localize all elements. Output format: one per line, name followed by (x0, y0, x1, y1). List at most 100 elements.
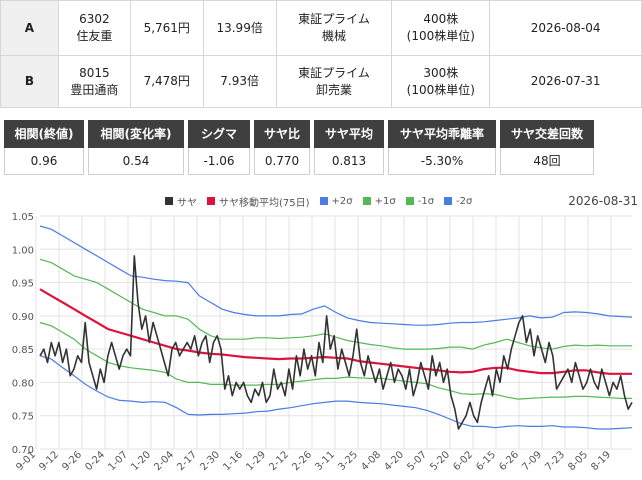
pair-table: A 6302 住友重 5,761円 13.99倍 東証プライム 機械 400株 … (0, 0, 642, 108)
x-tick-label: 5-20 (428, 449, 452, 473)
x-tick-label: 2-30 (198, 449, 222, 473)
stat-label: サヤ平均 (314, 120, 384, 148)
legend-swatch-icon (319, 197, 328, 205)
stat-correlation-close: 相関(終値) 0.96 (4, 120, 84, 175)
sector-name: 卸売業 (315, 82, 352, 97)
x-tick-label: 7-23 (543, 449, 567, 473)
stat-saya-average: サヤ平均 0.813 (314, 120, 384, 175)
chart-legend[interactable]: サヤ サヤ移動平均(75日) +2σ +1σ -1σ -2σ (165, 192, 472, 210)
market-name: 東証プライム (298, 65, 370, 80)
stock-per: 7.93倍 (202, 55, 277, 108)
stat-label: 相関(変化率) (88, 120, 184, 148)
legend-item[interactable]: サヤ移動平均(75日) (207, 194, 310, 209)
stock-shares: 300株 (100株単位) (391, 55, 491, 108)
x-tick-label: 2-17 (175, 449, 199, 473)
x-tick-label: 7-09 (520, 449, 544, 473)
x-tick-label: 2-04 (152, 449, 176, 473)
x-tick-label: 6-15 (474, 449, 498, 473)
stock-date: 2026-08-04 (489, 0, 642, 56)
legend-label: -2σ (456, 195, 473, 207)
x-tick-label: 1-07 (106, 449, 130, 473)
y-tick-label: 1.00 (12, 245, 34, 256)
stock-code: 8015 (79, 65, 110, 80)
x-tick-label: 4-08 (359, 449, 383, 473)
stat-value: 0.770 (254, 148, 310, 175)
legend-swatch-icon (207, 197, 215, 205)
legend-item[interactable]: +1σ (362, 196, 396, 207)
sector-name: 機械 (321, 29, 346, 43)
stat-value: 0.54 (88, 148, 184, 175)
stat-value: 0.96 (4, 148, 84, 175)
legend-item[interactable]: -1σ (405, 196, 434, 207)
stat-label: シグマ (188, 120, 250, 148)
y-tick-label: 0.85 (12, 345, 34, 356)
x-tick-label: 0-24 (83, 449, 107, 473)
legend-item[interactable]: -2σ (444, 196, 472, 207)
pair-row-a[interactable]: A 6302 住友重 5,761円 13.99倍 東証プライム 機械 400株 … (0, 0, 642, 56)
x-tick-label: 1-20 (129, 449, 153, 473)
x-tick-label: 2-12 (267, 449, 291, 473)
stat-saya-deviation: サヤ平均乖離率 -5.30% (388, 120, 496, 175)
stock-code-name[interactable]: 8015 豊田通商 (57, 55, 131, 108)
legend-item[interactable]: +2σ (319, 195, 353, 207)
y-tick-label: 0.80 (12, 378, 34, 389)
stock-per: 13.99倍 (202, 0, 277, 56)
stat-correlation-change: 相関(変化率) 0.54 (88, 120, 184, 175)
x-tick-label: 9-26 (60, 449, 84, 473)
stock-price: 7,478円 (129, 55, 204, 108)
saya-chart: 1.05 1.00 0.95 0.90 0.85 0.80 0.75 0.70 9-01 9-12… (0, 192, 642, 480)
stat-label: 相関(終値) (4, 120, 84, 148)
chart-date: 2026-08-31 (568, 194, 638, 208)
x-tick-label: 9-12 (37, 449, 61, 473)
stat-saya-ratio: サヤ比 0.770 (254, 120, 310, 175)
stats-panel: 相関(終値) 0.96 相関(変化率) 0.54 シグマ -1.06 サヤ比 0… (4, 120, 594, 175)
x-tick-label: 1-29 (244, 449, 268, 473)
y-tick-label: 0.95 (12, 279, 34, 290)
x-tick-label: 8-05 (566, 449, 590, 473)
legend-label: +2σ (331, 195, 353, 207)
stock-shares: 400株 (100株単位) (391, 0, 491, 56)
y-tick-label: 1.05 (12, 212, 34, 223)
x-tick-label: 6-02 (451, 449, 475, 473)
stock-market: 東証プライム 機械 (275, 0, 393, 56)
unit-size: (100株単位) (406, 29, 475, 43)
stat-value: -1.06 (188, 148, 250, 175)
stock-code: 6302 (79, 12, 110, 26)
legend-label: サヤ移動平均(75日) (219, 197, 310, 209)
legend-swatch-icon (362, 197, 371, 205)
pair-row-b[interactable]: B 8015 豊田通商 7,478円 7.93倍 東証プライム 卸売業 300株… (0, 55, 642, 108)
legend-swatch-icon (405, 197, 414, 205)
stock-name[interactable]: 住友重 (59, 28, 130, 45)
stat-label: サヤ平均乖離率 (388, 120, 496, 148)
pair-label: A (0, 0, 59, 56)
stock-name[interactable]: 豊田通商 (59, 82, 130, 99)
plus2-sigma-line (39, 225, 633, 326)
stat-value: 0.813 (314, 148, 384, 175)
stat-cross-count: サヤ交差回数 48回 (500, 120, 594, 175)
stat-value: -5.30% (388, 148, 496, 175)
moving-average-line (39, 288, 632, 375)
stat-label: サヤ比 (254, 120, 310, 148)
stock-market: 東証プライム 卸売業 (275, 55, 393, 108)
x-tick-label: 4-20 (382, 449, 406, 473)
x-tick-label: 5-07 (405, 449, 429, 473)
unit-size: (100株単位) (406, 82, 475, 97)
stat-sigma: シグマ -1.06 (188, 120, 250, 175)
legend-swatch-icon (444, 197, 453, 205)
stat-label: サヤ交差回数 (500, 120, 594, 148)
legend-label: サヤ (177, 197, 197, 209)
saya-chart-svg: 1.051.000.950.900.850.800.750.709-01 9-12… (12, 212, 633, 473)
legend-swatch-icon (165, 197, 173, 205)
minus2-sigma-line (39, 355, 633, 430)
x-tick-label: 3-11 (313, 449, 337, 473)
x-tick-label: 2-26 (290, 449, 314, 473)
stock-price: 5,761円 (129, 0, 204, 56)
x-tick-label: 3-25 (336, 449, 360, 473)
stock-code-name[interactable]: 6302 住友重 (57, 0, 131, 56)
stock-date: 2026-07-31 (489, 55, 642, 108)
legend-item[interactable]: サヤ (165, 194, 197, 209)
shares-count: 400株 (423, 12, 459, 26)
market-name: 東証プライム (298, 12, 370, 26)
saya-line (39, 255, 633, 430)
y-tick-label: 0.75 (12, 412, 34, 423)
